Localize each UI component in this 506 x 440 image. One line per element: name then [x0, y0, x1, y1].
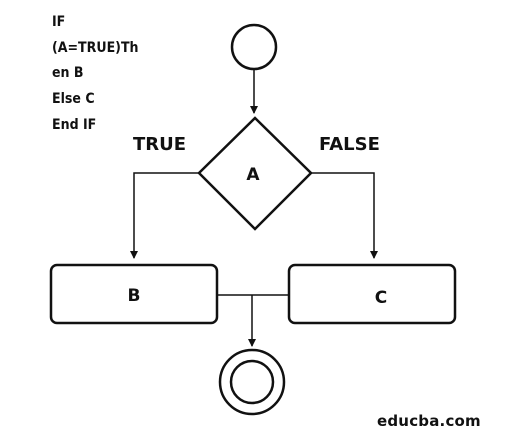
process-box-c [287, 263, 457, 325]
end-node-inner-icon [229, 359, 275, 405]
decision-label: A [246, 165, 260, 185]
flowchart-diagram: A B C [49, 23, 457, 416]
false-branch-arrow [311, 172, 378, 259]
process-box-c-label: C [375, 288, 387, 308]
flowchart-canvas: IF (A=TRUE)Th en B Else C End IF TRUE FA… [0, 0, 506, 440]
true-branch-arrow [130, 172, 199, 259]
start-node-icon [230, 23, 278, 71]
watermark-text: educba.com [377, 412, 481, 430]
process-box-b-label: B [128, 286, 141, 306]
